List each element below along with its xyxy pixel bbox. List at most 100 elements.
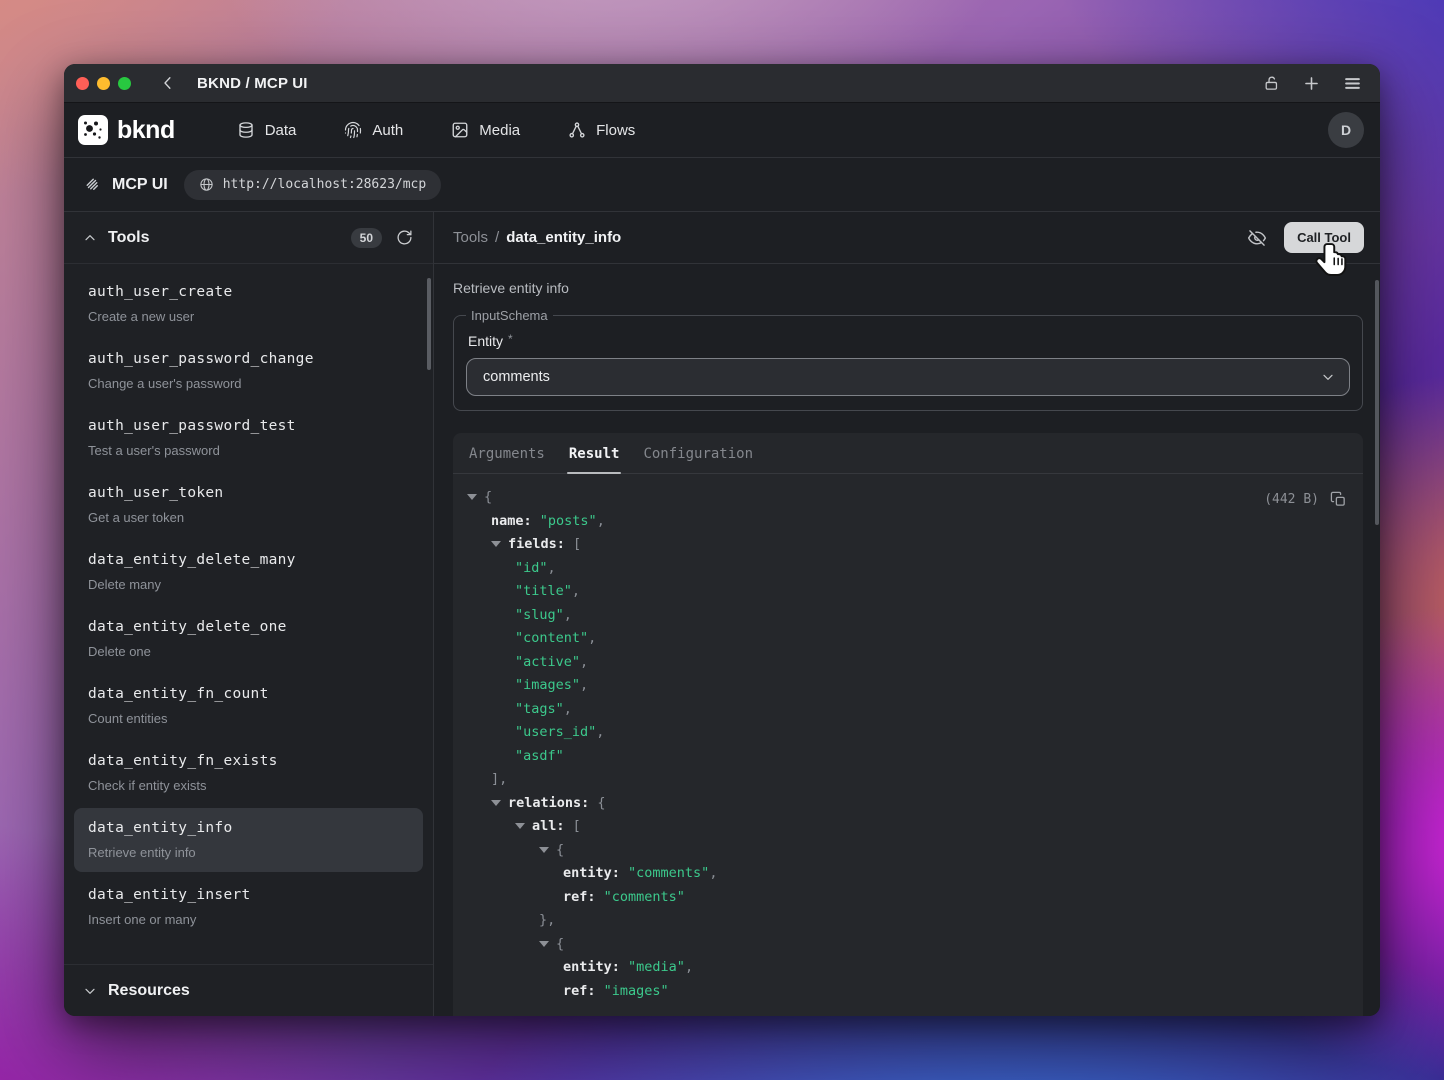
zoom-button[interactable] (118, 77, 131, 90)
collapse-toggle-icon[interactable] (515, 823, 525, 829)
tools-count-badge: 50 (351, 228, 382, 248)
result-tabs: Arguments Result Configuration (453, 433, 1363, 474)
json-meta: (442 B) (1264, 488, 1347, 512)
tool-list-item[interactable]: data_entity_delete_many Delete many (74, 540, 423, 604)
tool-detail-panel: Tools / data_entity_info Call Tool Retri… (434, 212, 1380, 1016)
json-line: { (467, 839, 1347, 863)
unlock-icon[interactable] (1263, 75, 1280, 92)
header-actions: Call Tool (1247, 222, 1364, 253)
eye-off-icon (1247, 228, 1267, 248)
json-line: "title", (467, 580, 1347, 604)
collapse-toggle-icon[interactable] (491, 800, 501, 806)
minimize-button[interactable] (97, 77, 110, 90)
collapse-toggle-icon[interactable] (539, 847, 549, 853)
json-tree: {name: "posts",fields: ["id","title","sl… (467, 486, 1347, 1003)
breadcrumb-tools-link[interactable]: Tools (453, 229, 488, 246)
tool-list-item[interactable]: data_entity_insert Insert one or many (74, 875, 423, 939)
tool-list-item[interactable]: data_entity_fn_count Count entities (74, 674, 423, 738)
database-icon (237, 121, 255, 139)
tab-configuration[interactable]: Configuration (643, 433, 753, 473)
globe-icon (199, 177, 214, 192)
page-title: MCP UI (112, 176, 168, 194)
back-button[interactable] (155, 70, 181, 96)
json-line: { (467, 486, 1347, 510)
call-tool-button[interactable]: Call Tool (1284, 222, 1364, 253)
refresh-tools-button[interactable] (396, 229, 413, 246)
resources-section-label: Resources (108, 982, 190, 1000)
tool-description: Insert one or many (88, 910, 409, 929)
tab-arguments[interactable]: Arguments (469, 433, 545, 473)
nav-item-media[interactable]: Media (451, 121, 520, 139)
toggle-visibility-button[interactable] (1247, 228, 1267, 248)
menu-icon[interactable] (1343, 74, 1362, 93)
brand-name: bknd (117, 116, 175, 145)
tool-description: Delete many (88, 575, 409, 594)
collapse-toggle-icon[interactable] (491, 541, 501, 547)
entity-select[interactable]: comments (466, 358, 1350, 396)
tools-section-label: Tools (108, 229, 149, 247)
resources-section-header[interactable]: Resources (64, 964, 433, 1016)
image-icon (451, 121, 469, 139)
app-window: BKND / MCP UI bknd Data (64, 64, 1380, 1016)
nav-item-label: Flows (596, 122, 635, 139)
sidebar-scrollbar[interactable] (427, 278, 431, 370)
json-line: }, (467, 909, 1347, 933)
window-title: BKND / MCP UI (197, 75, 308, 92)
chevron-up-icon (82, 230, 98, 246)
json-line: "content", (467, 627, 1347, 651)
new-tab-icon[interactable] (1302, 74, 1321, 93)
user-avatar[interactable]: D (1328, 112, 1364, 148)
nav-item-auth[interactable]: Auth (344, 121, 403, 139)
collapse-tools-button[interactable] (80, 228, 100, 248)
nav-item-label: Auth (372, 122, 403, 139)
tool-description: Test a user's password (88, 441, 409, 460)
json-line: "asdf" (467, 745, 1347, 769)
tool-detail-header: Tools / data_entity_info Call Tool (434, 212, 1380, 264)
app-navbar: bknd Data Auth Media (64, 103, 1380, 158)
mcp-endpoint-pill[interactable]: http://localhost:28623/mcp (184, 170, 442, 200)
bknd-logo-icon (78, 115, 108, 145)
tools-section-header[interactable]: Tools 50 (64, 212, 433, 264)
json-line: "active", (467, 651, 1347, 675)
workflow-icon (568, 121, 586, 139)
tab-result[interactable]: Result (569, 433, 620, 473)
tool-name: auth_user_token (88, 483, 409, 504)
window-scrollbar[interactable] (1375, 280, 1379, 525)
tool-name: data_entity_fn_exists (88, 751, 409, 772)
close-button[interactable] (76, 77, 89, 90)
json-line: entity: "media", (467, 956, 1347, 980)
copy-result-button[interactable] (1330, 491, 1347, 508)
breadcrumb-separator: / (495, 229, 499, 246)
mcp-subheader: MCP UI http://localhost:28623/mcp (64, 158, 1380, 212)
json-line: "tags", (467, 698, 1347, 722)
json-line: "images", (467, 674, 1347, 698)
bknd-logo[interactable]: bknd (78, 115, 175, 145)
tool-list-item[interactable]: data_entity_fn_exists Check if entity ex… (74, 741, 423, 805)
json-line: relations: { (467, 792, 1347, 816)
tool-list-item[interactable]: auth_user_token Get a user token (74, 473, 423, 537)
refresh-icon (396, 229, 413, 246)
tool-description: Retrieve entity info (88, 843, 409, 862)
json-line: "users_id", (467, 721, 1347, 745)
tool-list-item[interactable]: data_entity_info Retrieve entity info (74, 808, 423, 872)
chevron-down-icon (82, 983, 98, 999)
chevron-down-icon (1320, 369, 1336, 385)
tool-description: Get a user token (88, 508, 409, 527)
expand-resources-button[interactable] (80, 981, 100, 1001)
nav-item-data[interactable]: Data (237, 121, 297, 139)
nav-item-flows[interactable]: Flows (568, 121, 635, 139)
breadcrumb-current: data_entity_info (506, 229, 621, 246)
tool-list-item[interactable]: auth_user_password_test Test a user's pa… (74, 406, 423, 470)
nav-list: Data Auth Media Flows (237, 121, 636, 139)
json-result-view: (442 B) {name: "posts",fields: ["id","ti… (453, 474, 1363, 1016)
collapse-toggle-icon[interactable] (467, 494, 477, 500)
collapse-toggle-icon[interactable] (539, 941, 549, 947)
tool-list-item[interactable]: data_entity_delete_one Delete one (74, 607, 423, 671)
json-line: "id", (467, 557, 1347, 581)
tool-list-item[interactable]: auth_user_password_change Change a user'… (74, 339, 423, 403)
json-line: entity: "comments", (467, 862, 1347, 886)
tool-description: Count entities (88, 709, 409, 728)
result-size-label: (442 B) (1264, 488, 1319, 512)
tool-name: auth_user_password_change (88, 349, 409, 370)
tool-list-item[interactable]: auth_user_create Create a new user (74, 272, 423, 336)
